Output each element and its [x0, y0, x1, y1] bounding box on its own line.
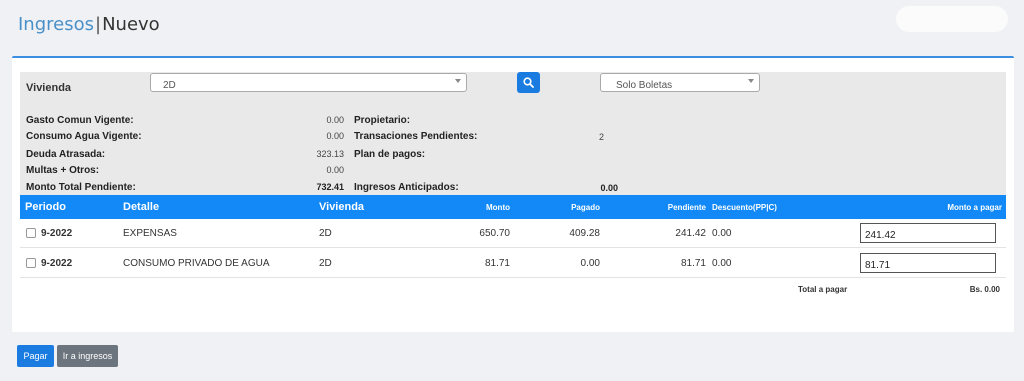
monto-pagar-input[interactable]: [860, 253, 996, 273]
breadcrumb-nuevo: Nuevo: [102, 14, 160, 35]
user-badge: [896, 6, 1008, 32]
chevron-down-icon: [455, 79, 461, 83]
deuda-label: Deuda Atrasada:: [26, 149, 106, 160]
monto-pagar-input[interactable]: [860, 223, 996, 243]
vivienda-select[interactable]: 2D: [150, 73, 467, 92]
row-descuento: 0.00: [712, 258, 732, 269]
col-pagado: Pagado: [571, 203, 600, 212]
row-detalle: EXPENSAS: [123, 228, 177, 239]
gasto-label: Gasto Comun Vigente:: [26, 115, 134, 126]
col-descuento: Descuento(PP|C): [712, 203, 777, 212]
deuda-value: 323.13: [316, 149, 344, 159]
col-vivienda: Vivienda: [319, 201, 365, 213]
row-pagado: 0.00: [580, 258, 600, 269]
row-checkbox[interactable]: [26, 258, 36, 268]
anticipados-value: 0.00: [600, 183, 618, 193]
transacciones-label: Transaciones Pendientes:: [354, 131, 478, 142]
search-icon: [523, 77, 534, 88]
table-row: 9-2022 EXPENSAS 2D 650.70 409.28 241.42 …: [20, 219, 1006, 248]
col-monto: Monto: [486, 203, 510, 212]
page-title: Ingresos|Nuevo: [18, 14, 160, 35]
gasto-value: 0.00: [326, 115, 344, 125]
row-checkbox[interactable]: [26, 228, 36, 238]
breadcrumb-separator: |: [95, 14, 102, 35]
multas-value: 0.00: [326, 165, 344, 175]
monto-total-label: Monto Total Pendiente:: [26, 182, 136, 193]
pagar-button[interactable]: Pagar: [17, 345, 54, 367]
transacciones-value: 2: [598, 132, 604, 142]
row-pendiente: 241.42: [675, 228, 706, 239]
col-periodo: Periodo: [25, 201, 66, 213]
row-monto: 650.70: [479, 228, 510, 239]
vivienda-label: Vivienda: [26, 82, 72, 94]
filter-area: Vivienda 2D Solo Boletas Gasto Comun Vig…: [20, 72, 1006, 197]
row-descuento: 0.00: [712, 228, 732, 239]
col-detalle: Detalle: [123, 201, 160, 213]
breadcrumb-ingresos[interactable]: Ingresos: [18, 14, 94, 35]
plan-pagos-label: Plan de pagos:: [354, 149, 426, 160]
row-pagado: 409.28: [569, 228, 600, 239]
propietario-label: Propietario:: [354, 115, 411, 126]
total-value: Bs. 0.00: [969, 285, 1000, 294]
multas-label: Multas + Otros:: [26, 165, 100, 176]
ir-ingresos-button[interactable]: Ir a ingresos: [57, 345, 118, 367]
row-pendiente: 81.71: [680, 258, 706, 269]
row-vivienda: 2D: [319, 258, 332, 269]
agua-label: Consumo Agua Vigente:: [26, 131, 142, 142]
anticipados-label: Ingresos Anticipados:: [354, 182, 459, 193]
table-row: 9-2022 CONSUMO PRIVADO DE AGUA 2D 81.71 …: [20, 249, 1006, 278]
search-button[interactable]: [517, 72, 540, 93]
main-panel: Vivienda 2D Solo Boletas Gasto Comun Vig…: [12, 56, 1014, 332]
row-monto: 81.71: [484, 258, 510, 269]
row-periodo: 9-2022: [41, 258, 73, 269]
chevron-down-icon: [748, 79, 754, 83]
tipo-select-value: Solo Boletas: [616, 80, 673, 91]
row-periodo: 9-2022: [41, 228, 73, 239]
row-vivienda: 2D: [319, 228, 332, 239]
vivienda-select-value: 2D: [163, 80, 176, 91]
agua-value: 0.00: [326, 131, 344, 141]
row-detalle: CONSUMO PRIVADO DE AGUA: [123, 258, 270, 269]
table-header: Periodo Detalle Vivienda Monto Pagado Pe…: [20, 195, 1006, 219]
col-pendiente: Pendiente: [667, 203, 706, 212]
total-label: Total a pagar: [798, 285, 848, 294]
tipo-select[interactable]: Solo Boletas: [600, 73, 760, 92]
monto-total-value: 732.41: [316, 182, 344, 192]
col-monto-pagar: Monto a pagar: [947, 203, 1002, 212]
